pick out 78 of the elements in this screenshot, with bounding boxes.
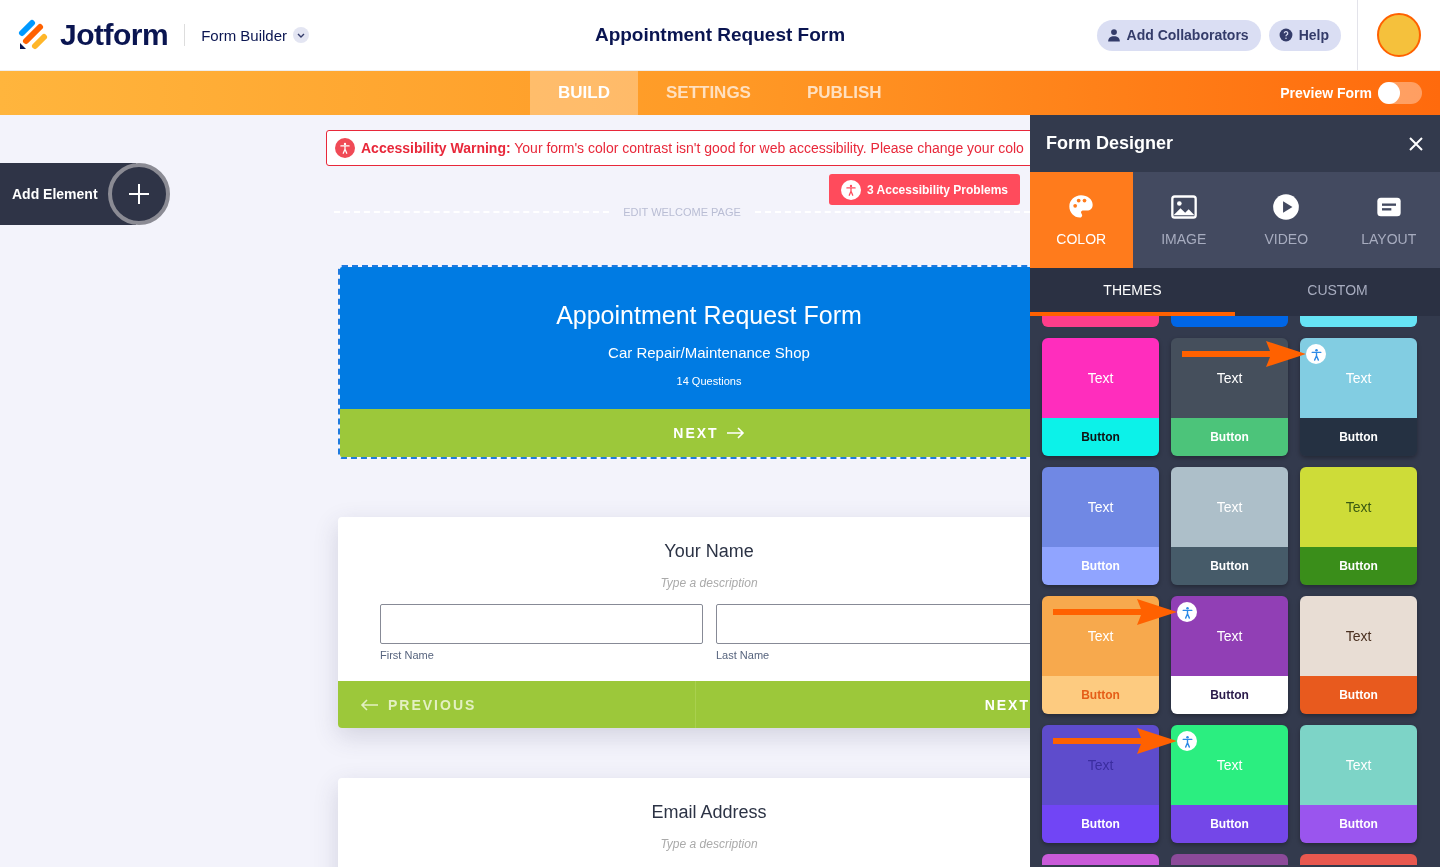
sample-button-label: Button bbox=[1081, 430, 1120, 444]
image-icon bbox=[1169, 193, 1198, 221]
chevron-icon bbox=[293, 27, 310, 43]
theme-card[interactable]: Text Button bbox=[1300, 338, 1417, 456]
warning-text: Accessibility Warning: Your form's color contrast isn't good for web accessibility. Please change your colo bbox=[361, 140, 1024, 156]
sample-button-label: Button bbox=[1210, 688, 1249, 702]
input-field[interactable] bbox=[716, 604, 1030, 644]
designer-tab[interactable]: VIDEO bbox=[1235, 172, 1338, 268]
sample-text: Text bbox=[1216, 499, 1243, 515]
avatar[interactable] bbox=[1377, 13, 1421, 57]
sample-button-label: Button bbox=[1210, 559, 1249, 573]
theme-swatch[interactable] bbox=[1042, 316, 1159, 327]
sample-button-label: Button bbox=[1210, 817, 1249, 831]
accessibility-problems-button[interactable]: 3 Accessibility Problems bbox=[829, 174, 1020, 205]
question-count: 14 Questions bbox=[675, 375, 743, 387]
question-title: Your Name bbox=[663, 541, 755, 562]
sample-text: Text bbox=[1345, 628, 1372, 644]
theme-card[interactable]: Text Button bbox=[1042, 467, 1159, 585]
play-icon bbox=[1272, 193, 1301, 221]
sample-button-label: Button bbox=[1081, 559, 1120, 573]
help-icon bbox=[1278, 28, 1293, 42]
theme-card[interactable]: Text Button bbox=[1300, 467, 1417, 585]
add-element-button[interactable]: Add Element bbox=[0, 163, 170, 225]
sample-text: Text bbox=[1345, 370, 1372, 386]
field-label: Last Name bbox=[716, 649, 771, 661]
theme-swatch[interactable] bbox=[1171, 854, 1288, 865]
sample-button-label: Button bbox=[1339, 688, 1378, 702]
sample-button-label: Button bbox=[1339, 817, 1378, 831]
theme-swatch[interactable] bbox=[1300, 854, 1417, 865]
welcome-subtitle: Car Repair/Maintenance Shop bbox=[607, 344, 811, 361]
theme-swatch[interactable] bbox=[1171, 316, 1288, 327]
form-builder-dropdown[interactable]: Form Builder bbox=[201, 26, 310, 44]
arrow-left-icon bbox=[360, 698, 378, 711]
preview-toggle[interactable] bbox=[1378, 82, 1422, 104]
welcome-title: Appointment Request Form bbox=[555, 301, 863, 330]
close-button[interactable] bbox=[1408, 135, 1424, 152]
question-title: Email Address bbox=[650, 802, 768, 823]
question-description: Type a description bbox=[659, 576, 759, 590]
preview-label: Preview Form bbox=[1280, 85, 1372, 101]
sample-text: Text bbox=[1345, 499, 1372, 515]
sample-text: Text bbox=[1087, 370, 1114, 386]
sample-text: Text bbox=[1087, 499, 1114, 515]
sample-text: Text bbox=[1216, 628, 1243, 644]
theme-card[interactable]: Text Button bbox=[1042, 338, 1159, 456]
arrow-right-icon bbox=[726, 427, 745, 439]
sample-button-label: Button bbox=[1081, 817, 1120, 831]
form-title: Appointment Request Form bbox=[594, 24, 846, 45]
accessibility-icon bbox=[841, 179, 862, 200]
question-description: Type a description bbox=[659, 837, 759, 851]
theme-card[interactable]: Text Button bbox=[1300, 725, 1417, 843]
collaborators-button[interactable]: Add Collaborators bbox=[1096, 19, 1261, 51]
designer-subtab[interactable]: CUSTOM bbox=[1235, 268, 1440, 316]
theme-card[interactable]: Text Button bbox=[1171, 725, 1288, 843]
theme-card[interactable]: Text Button bbox=[1171, 467, 1288, 585]
sample-text: Text bbox=[1216, 370, 1243, 386]
accessibility-icon bbox=[335, 138, 355, 158]
sample-text: Text bbox=[1345, 757, 1372, 773]
sample-text: Text bbox=[1216, 757, 1243, 773]
field-label: First Name bbox=[380, 649, 435, 661]
person-icon bbox=[1106, 28, 1121, 42]
help-button[interactable]: Help bbox=[1268, 19, 1341, 51]
sample-button-label: Button bbox=[1339, 559, 1378, 573]
theme-card[interactable]: Text Button bbox=[1171, 596, 1288, 714]
theme-swatch[interactable] bbox=[1300, 316, 1417, 327]
input-field[interactable] bbox=[380, 604, 703, 644]
plus-icon bbox=[127, 183, 150, 205]
sample-button-label: Button bbox=[1339, 430, 1378, 444]
sample-button-label: Button bbox=[1210, 430, 1249, 444]
sample-text: Text bbox=[1087, 628, 1114, 644]
designer-tab[interactable]: IMAGE bbox=[1132, 172, 1235, 268]
logo-text: Jotform bbox=[60, 18, 169, 52]
theme-swatch[interactable] bbox=[1042, 854, 1159, 865]
theme-card[interactable]: Text Button bbox=[1171, 338, 1288, 456]
logo-icon bbox=[18, 19, 50, 51]
panel-title: Form Designer bbox=[1046, 133, 1174, 154]
theme-card[interactable]: Text Button bbox=[1300, 596, 1417, 714]
sample-button-label: Button bbox=[1081, 688, 1120, 702]
designer-tab[interactable]: LAYOUT bbox=[1337, 172, 1440, 268]
